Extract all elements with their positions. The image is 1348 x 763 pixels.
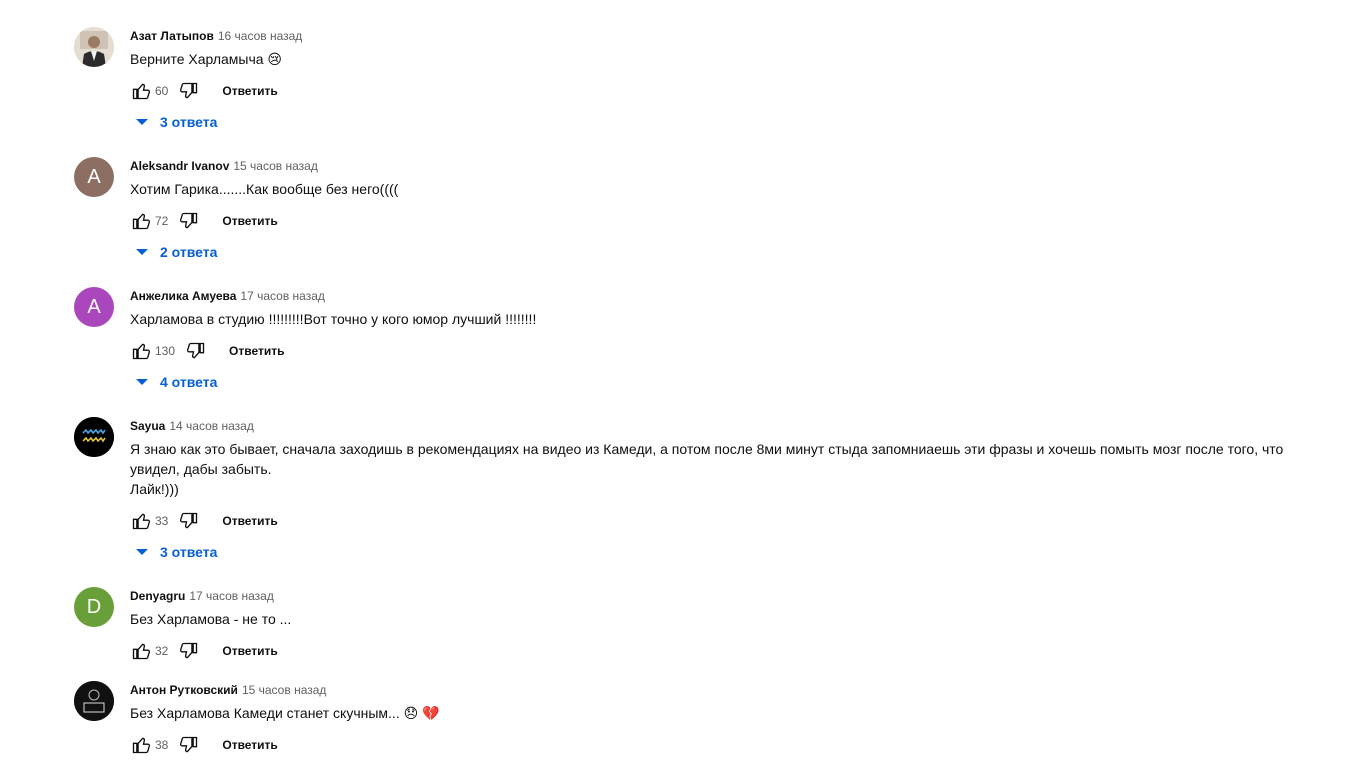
dislike-button[interactable] bbox=[178, 734, 200, 756]
reply-button[interactable]: Ответить bbox=[222, 84, 277, 98]
avatar-letter: A bbox=[87, 295, 101, 318]
like-count: 32 bbox=[155, 644, 169, 658]
comment-timestamp[interactable]: 14 часов назад bbox=[169, 419, 253, 433]
thumb-down-icon bbox=[180, 736, 198, 753]
thumb-down-icon bbox=[186, 342, 205, 359]
comments-section: Азат Латыпов 16 часов назад Верните Харла… bbox=[0, 0, 1348, 763]
thumb-down-icon bbox=[180, 82, 198, 99]
like-button[interactable] bbox=[130, 340, 152, 362]
view-replies-button[interactable]: 4 ответа bbox=[136, 370, 217, 394]
like-count: 60 bbox=[155, 84, 169, 98]
thumb-down-icon bbox=[180, 212, 198, 229]
replies-count-label: 2 ответа bbox=[160, 244, 218, 260]
caret-down-icon bbox=[136, 549, 148, 555]
comment-timestamp[interactable]: 16 часов назад bbox=[218, 29, 302, 43]
thumb-up-icon bbox=[132, 343, 151, 360]
comment-timestamp[interactable]: 17 часов назад bbox=[240, 289, 324, 303]
thumb-up-icon bbox=[132, 737, 151, 754]
avatar[interactable] bbox=[74, 681, 114, 721]
thumb-up-icon bbox=[132, 213, 151, 230]
like-button[interactable] bbox=[130, 80, 152, 102]
avatar-logo-icon bbox=[74, 681, 114, 721]
reply-button[interactable]: Ответить bbox=[222, 738, 277, 752]
dislike-button[interactable] bbox=[178, 80, 200, 102]
like-count: 72 bbox=[155, 214, 169, 228]
comment-timestamp[interactable]: 15 часов назад bbox=[233, 159, 317, 173]
dislike-button[interactable] bbox=[178, 210, 200, 232]
replies-count-label: 3 ответа bbox=[160, 114, 218, 130]
like-count: 33 bbox=[155, 514, 169, 528]
reply-button[interactable]: Ответить bbox=[222, 214, 277, 228]
like-count: 130 bbox=[155, 344, 176, 358]
caret-down-icon bbox=[136, 249, 148, 255]
view-replies-button[interactable]: 3 ответа bbox=[136, 110, 217, 134]
avatar-letter: D bbox=[86, 595, 102, 618]
thumb-down-icon bbox=[180, 512, 198, 529]
thumb-up-icon bbox=[132, 83, 151, 100]
comment-author[interactable]: Антон Рутковский bbox=[130, 683, 238, 697]
avatar-photo-icon bbox=[74, 27, 114, 67]
avatar[interactable]: A bbox=[74, 157, 114, 197]
comment-author[interactable]: Aleksandr Ivanov bbox=[130, 159, 229, 173]
avatar[interactable] bbox=[74, 27, 114, 67]
avatar-letter: A bbox=[87, 165, 101, 188]
comment-timestamp[interactable]: 15 часов назад bbox=[242, 683, 326, 697]
replies-count-label: 4 ответа bbox=[160, 374, 218, 390]
comment-author[interactable]: Denyagru bbox=[130, 589, 185, 603]
comment-text: Харламова в студию !!!!!!!!!Вот точно у … bbox=[130, 311, 537, 327]
like-count: 38 bbox=[155, 738, 169, 752]
comment-text: Без Харламова - не то ... bbox=[130, 611, 292, 627]
caret-down-icon bbox=[136, 119, 148, 125]
avatar[interactable] bbox=[74, 417, 114, 457]
like-button[interactable] bbox=[130, 640, 152, 662]
comment-author[interactable]: Анжелика Амуева bbox=[130, 289, 236, 303]
caret-down-icon bbox=[136, 379, 148, 385]
comment-author[interactable]: Sayua bbox=[130, 419, 165, 433]
view-replies-button[interactable]: 2 ответа bbox=[136, 240, 217, 264]
dislike-button[interactable] bbox=[178, 510, 200, 532]
like-button[interactable] bbox=[130, 510, 152, 532]
like-button[interactable] bbox=[130, 210, 152, 232]
comment-timestamp[interactable]: 17 часов назад bbox=[189, 589, 273, 603]
thumb-down-icon bbox=[180, 642, 198, 659]
avatar[interactable]: D bbox=[74, 587, 114, 627]
view-replies-button[interactable]: 3 ответа bbox=[136, 540, 217, 564]
reply-button[interactable]: Ответить bbox=[222, 644, 277, 658]
dislike-button[interactable] bbox=[178, 640, 200, 662]
comment-text: Без Харламова Камеди станет скучным... 😞… bbox=[130, 705, 440, 721]
like-button[interactable] bbox=[130, 734, 152, 756]
replies-count-label: 3 ответа bbox=[160, 544, 218, 560]
reply-button[interactable]: Ответить bbox=[229, 344, 284, 358]
comment-text: Я знаю как это бывает, сначала заходишь … bbox=[130, 441, 1284, 497]
avatar[interactable]: A bbox=[74, 287, 114, 327]
dislike-button[interactable] bbox=[185, 340, 207, 362]
thumb-up-icon bbox=[132, 643, 151, 660]
comment-text: Хотим Гарика.......Как вообще без него((… bbox=[130, 181, 399, 197]
comment-text: Верните Харламыча 😢 bbox=[130, 51, 283, 67]
comment-author[interactable]: Азат Латыпов bbox=[130, 29, 214, 43]
avatar-logo-icon bbox=[74, 417, 114, 457]
thumb-up-icon bbox=[132, 513, 151, 530]
reply-button[interactable]: Ответить bbox=[222, 514, 277, 528]
